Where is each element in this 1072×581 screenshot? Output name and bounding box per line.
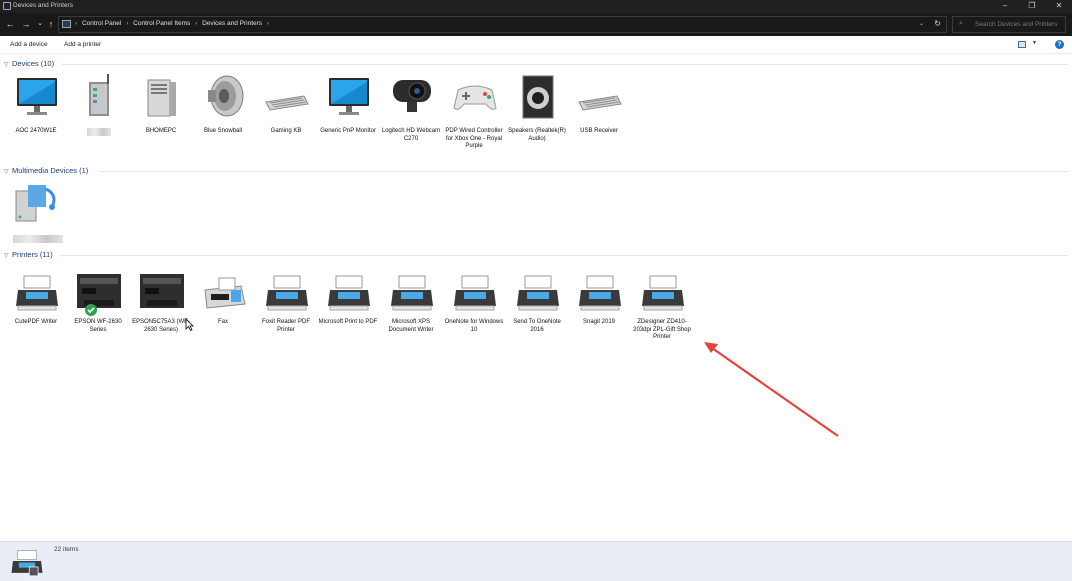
printer-icon <box>579 275 621 311</box>
speaker-box-icon <box>522 75 554 119</box>
mouse-cursor-icon <box>185 318 194 331</box>
help-button[interactable]: ? <box>1055 40 1064 49</box>
details-pane: 22 items <box>0 541 1072 581</box>
breadcrumb-devices-and-printers[interactable]: Devices and Printers <box>202 20 262 27</box>
forward-button[interactable]: → <box>20 18 32 30</box>
printer-icon <box>517 275 559 311</box>
title-bar: Devices and Printers – ❐ ✕ <box>0 0 1072 13</box>
maximize-button[interactable]: ❐ <box>1019 0 1045 13</box>
collapse-chevron-icon[interactable]: ▽ <box>4 168 12 175</box>
device-label: PDP Wired Controller for Xbox One - Roya… <box>445 128 503 149</box>
printer-label: CutePDF Writer <box>14 319 58 325</box>
multifunction-printer-icon <box>77 274 121 308</box>
monitor-icon <box>329 78 369 115</box>
computer-tower-icon <box>147 79 176 117</box>
group-title-multimedia: Multimedia Devices (1) <box>12 166 89 175</box>
up-button[interactable]: ↑ <box>45 18 57 30</box>
command-bar: Add a device Add a printer ▼ <box>0 36 1072 54</box>
default-printer-check-icon <box>85 304 97 316</box>
device-label: Gaming KB <box>270 128 302 134</box>
annotation-arrow-line <box>711 347 839 437</box>
address-toolbar: ← → ⌄ ↑ › Control Panel › Control Panel … <box>0 13 1072 36</box>
devices-and-printers-window: Devices and Printers – ❐ ✕ ← → ⌄ ↑ › Con… <box>0 0 1072 581</box>
breadcrumb-separator: › <box>126 20 129 27</box>
printer-label: EPSON5C75A3 (WF-2630 Series) <box>132 319 190 333</box>
refresh-button[interactable]: ↻ <box>934 19 941 28</box>
breadcrumb-control-panel-items[interactable]: Control Panel Items <box>133 20 190 27</box>
gamepad-icon <box>453 85 497 110</box>
device-label: Generic PnP Monitor <box>320 128 376 134</box>
device-label: Speakers (Realtek(R) Audio) <box>508 128 566 142</box>
search-box[interactable]: ⌕ Search Devices and Printers <box>952 16 1066 33</box>
printer-label: OneNote for Windows 10 <box>444 319 504 333</box>
add-device-button[interactable]: Add a device <box>10 41 48 48</box>
device-label: Blue Snowball <box>203 128 243 134</box>
device-label: BHOMEPC <box>145 128 177 134</box>
group-title-devices: Devices (10) <box>12 59 55 68</box>
group-divider <box>60 255 1068 256</box>
group-divider <box>100 171 1068 172</box>
printer-label: Microsoft Print to PDF <box>318 319 378 325</box>
collapse-chevron-icon[interactable]: ▽ <box>4 61 12 68</box>
search-placeholder: Search Devices and Printers <box>975 21 1058 28</box>
printer-icon <box>328 275 370 311</box>
view-options-dropdown[interactable]: ▼ <box>1032 40 1037 46</box>
fax-icon <box>204 277 246 309</box>
printer-label: Microsoft XPS Document Writer <box>388 319 434 333</box>
printer-icon <box>454 275 496 311</box>
printer-icon <box>391 275 433 311</box>
printer-label: Fax <box>217 319 228 325</box>
printer-label: Send To OneNote 2016 <box>513 319 561 333</box>
multifunction-printer-icon <box>140 274 184 308</box>
group-header-devices[interactable]: ▽ Devices (10) <box>4 59 54 69</box>
close-button[interactable]: ✕ <box>1046 0 1072 13</box>
address-bar[interactable]: › Control Panel › Control Panel Items › … <box>58 16 947 33</box>
window-title: Devices and Printers <box>13 2 73 9</box>
printer-label: Snagit 2019 <box>582 319 616 325</box>
device-label: USB Receiver <box>580 128 618 134</box>
printer-label: EPSON WF-2630 Series <box>74 319 122 333</box>
device-label: Logitech HD Webcam C270 <box>381 128 441 142</box>
breadcrumb: › Control Panel › Control Panel Items › … <box>75 20 272 27</box>
breadcrumb-control-panel[interactable]: Control Panel <box>82 20 121 27</box>
media-device-icon <box>15 185 56 222</box>
breadcrumb-separator: › <box>266 20 270 27</box>
breadcrumb-separator: › <box>195 20 198 27</box>
printer-label: ZDesigner ZD410-203dpi ZPL-Gift Shop Pri… <box>633 319 691 340</box>
printer-icon <box>266 275 308 311</box>
keyboard-icon <box>578 95 622 111</box>
minimize-button[interactable]: – <box>992 0 1018 13</box>
monitor-icon <box>17 78 57 115</box>
printer-icon <box>642 275 684 311</box>
group-header-printers[interactable]: ▽ Printers (11) <box>4 250 53 260</box>
group-title-printers: Printers (11) <box>12 250 53 259</box>
printer-icon <box>11 550 43 577</box>
group-header-multimedia[interactable]: ▽ Multimedia Devices (1) <box>4 166 88 176</box>
speaker-icon <box>208 75 244 117</box>
search-icon: ⌕ <box>959 20 963 27</box>
group-divider <box>62 64 1068 65</box>
annotation-arrow-head <box>704 342 718 353</box>
control-panel-icon <box>62 20 71 28</box>
redacted-label <box>87 128 111 136</box>
collapse-chevron-icon[interactable]: ▽ <box>4 252 12 259</box>
redacted-label <box>13 235 63 243</box>
breadcrumb-separator: › <box>75 20 78 27</box>
back-button[interactable]: ← <box>4 18 16 30</box>
keyboard-icon <box>265 95 309 111</box>
printer-label: Foxit Reader PDF Printer <box>261 319 310 333</box>
add-printer-button[interactable]: Add a printer <box>64 41 101 48</box>
item-count: 22 items <box>54 546 79 553</box>
printer-icon <box>16 275 58 311</box>
webcam-icon <box>393 80 431 112</box>
device-label: AOC 2470W1E <box>15 128 57 134</box>
address-dropdown-button[interactable]: ⌄ <box>919 20 924 27</box>
devices-printers-app-icon <box>3 2 11 10</box>
change-view-icon[interactable] <box>1018 41 1026 48</box>
router-icon <box>89 74 109 116</box>
